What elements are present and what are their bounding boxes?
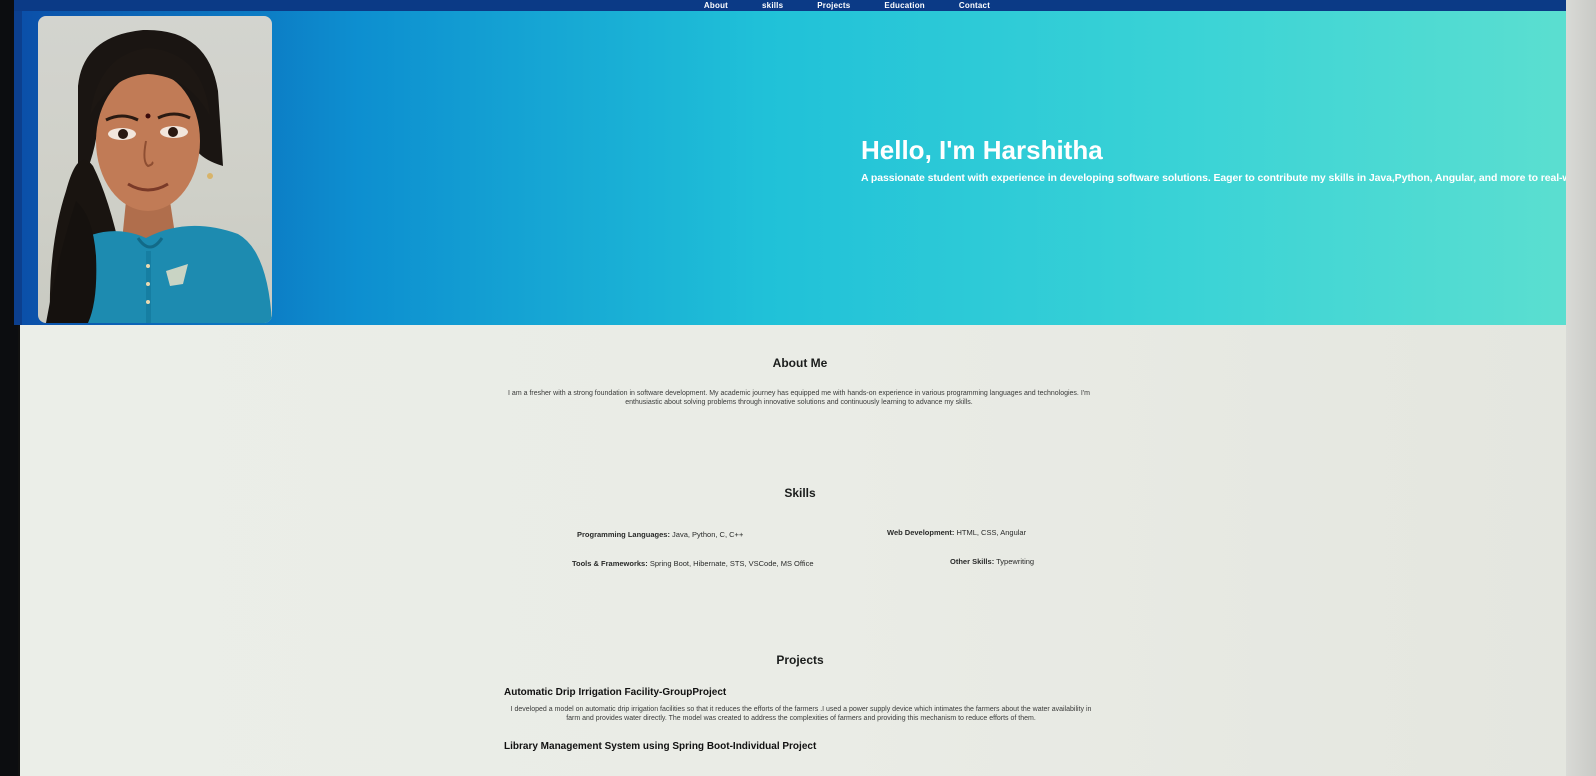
skill-label: Other Skills	[950, 557, 992, 566]
top-navigation: About skills Projects Education Contact	[14, 0, 1580, 11]
project-description: I developed a model on automatic drip ir…	[510, 706, 1092, 722]
skill-label: Web Development	[887, 528, 952, 537]
skill-tools-frameworks: Tools & Frameworks: Spring Boot, Hiberna…	[572, 559, 814, 568]
portfolio-page: About skills Projects Education Contact	[14, 0, 1580, 776]
skill-value: Java, Python, C, C++	[672, 530, 744, 539]
skill-other: Other Skills: Typewriting	[950, 557, 1035, 566]
skill-label: Programming Languages	[577, 530, 668, 539]
skills-heading: Skills	[784, 486, 816, 500]
hero-edge	[14, 11, 22, 325]
screen-bezel-right	[1566, 0, 1596, 776]
skill-value: HTML, CSS, Angular	[956, 528, 1027, 537]
about-heading: About Me	[772, 356, 828, 370]
profile-portrait-image	[46, 29, 272, 323]
main-content: About Me I am a fresher with a strong fo…	[20, 325, 1580, 776]
skill-value: Spring Boot, Hibernate, STS, VSCode, MS …	[649, 559, 814, 568]
nav-education-link[interactable]: Education	[884, 1, 924, 10]
skill-value: Typewriting	[996, 557, 1035, 566]
skill-programming-languages: Programming Languages: Java, Python, C, …	[577, 530, 744, 539]
hero-banner: Hello, I'm Harshitha A passionate studen…	[14, 11, 1580, 325]
profile-photo	[38, 16, 272, 323]
hero-subtitle: A passionate student with experience in …	[861, 172, 1580, 184]
project-title: Automatic Drip Irrigation Facility-Group…	[504, 687, 727, 698]
skill-label: Tools & Frameworks	[572, 559, 646, 568]
nav-projects-link[interactable]: Projects	[817, 1, 850, 10]
about-text: I am a fresher with a strong foundation …	[508, 390, 1090, 406]
skill-web-development: Web Development: HTML, CSS, Angular	[887, 528, 1027, 537]
project-title: Library Management System using Spring B…	[504, 741, 817, 752]
nav-about-link[interactable]: About	[704, 1, 728, 10]
projects-heading: Projects	[776, 653, 824, 667]
nav-skills-link[interactable]: skills	[762, 1, 783, 10]
hero-title: Hello, I'm Harshitha	[861, 135, 1103, 165]
nav-contact-link[interactable]: Contact	[959, 1, 990, 10]
